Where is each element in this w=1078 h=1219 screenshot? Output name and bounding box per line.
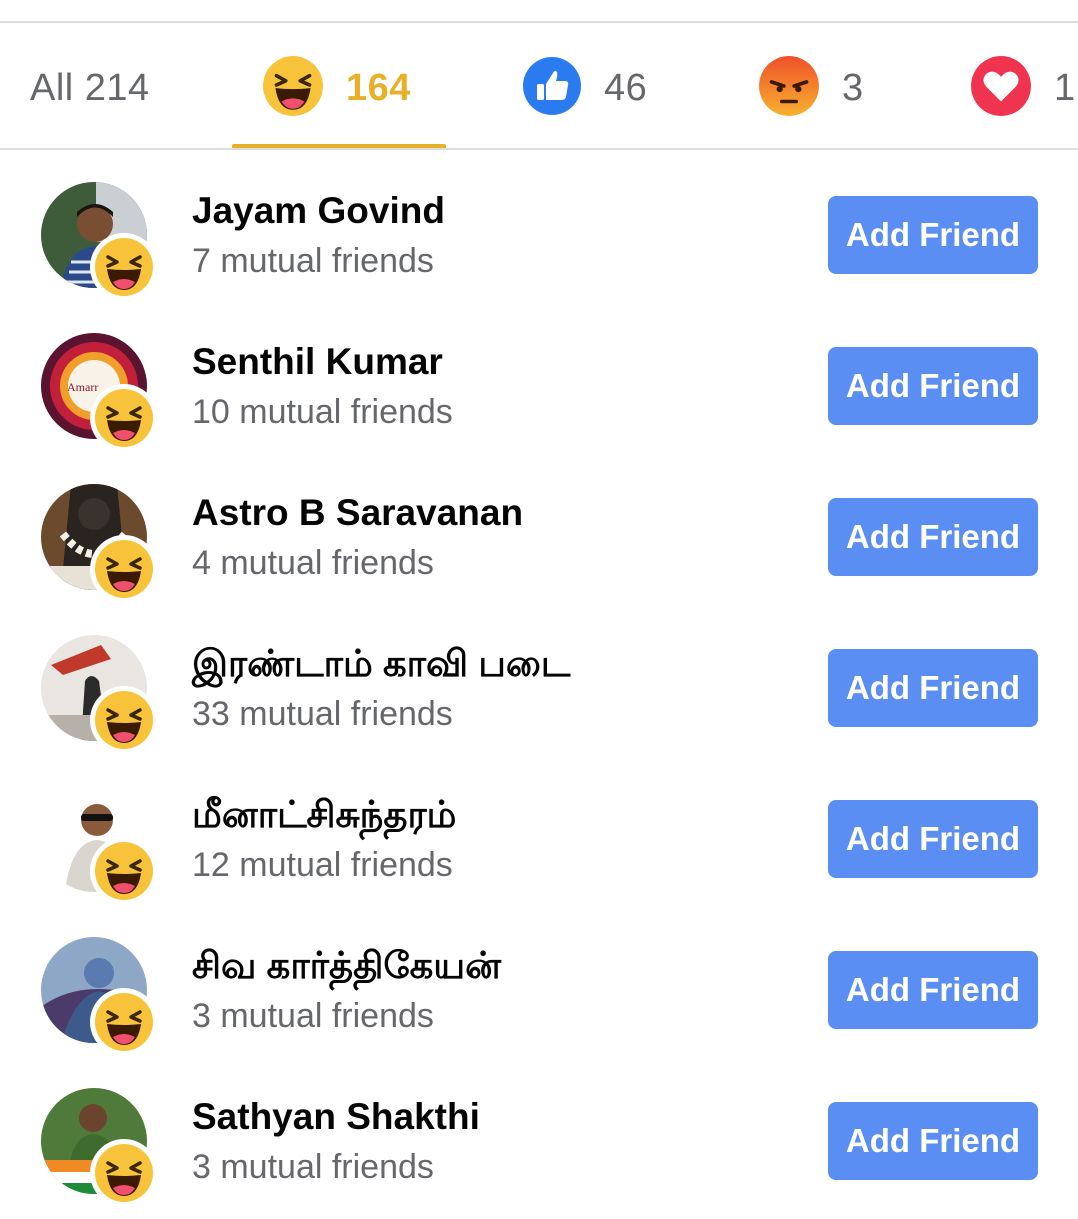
avatar[interactable] — [41, 484, 158, 603]
mutual-friends: 33 mutual friends — [192, 695, 453, 733]
angry-icon — [758, 55, 820, 122]
reaction-tab-bar: All 214 164 46 3 1 — [0, 23, 1078, 149]
add-friend-button[interactable]: Add Friend — [828, 800, 1038, 878]
tab-all-label: All 214 — [30, 66, 150, 109]
mutual-friends: 10 mutual friends — [192, 393, 453, 431]
haha-reaction-badge — [90, 535, 158, 603]
list-item[interactable]: இரண்டாம் காவி படை 33 mutual friends Add … — [0, 615, 1078, 766]
haha-reaction-badge — [90, 233, 158, 301]
haha-icon — [95, 238, 153, 296]
add-friend-button[interactable]: Add Friend — [828, 649, 1038, 727]
haha-icon — [95, 842, 153, 900]
haha-icon — [95, 1144, 153, 1202]
list-item[interactable]: மீனாட்சிசுந்தரம் 12 mutual friends Add F… — [0, 766, 1078, 917]
person-name[interactable]: Astro B Saravanan — [192, 492, 523, 534]
add-friend-button[interactable]: Add Friend — [828, 1102, 1038, 1180]
haha-reaction-badge — [90, 1139, 158, 1207]
tab-haha[interactable]: 164 — [262, 55, 411, 116]
list-item[interactable]: Astro B Saravanan 4 mutual friends Add F… — [0, 464, 1078, 615]
mutual-friends: 7 mutual friends — [192, 242, 434, 280]
person-name[interactable]: மீனாட்சிசுந்தரம் — [192, 794, 456, 841]
haha-reaction-badge — [90, 686, 158, 754]
list-item[interactable]: Jayam Govind 7 mutual friends Add Friend — [0, 162, 1078, 313]
tab-love[interactable]: 1 — [970, 55, 1076, 116]
list-item[interactable]: சிவ கார்த்திகேயன் 3 mutual friends Add F… — [0, 917, 1078, 1068]
list-item[interactable]: Sathyan Shakthi 3 mutual friends Add Fri… — [0, 1068, 1078, 1219]
add-friend-button[interactable]: Add Friend — [828, 951, 1038, 1029]
haha-icon — [95, 540, 153, 598]
avatar[interactable]: Amarr — [41, 333, 158, 452]
avatar[interactable] — [41, 1088, 158, 1207]
love-icon — [970, 55, 1032, 122]
like-icon — [522, 56, 582, 121]
mutual-friends: 3 mutual friends — [192, 997, 434, 1035]
person-name[interactable]: Senthil Kumar — [192, 341, 443, 383]
tab-bar-divider — [0, 148, 1078, 150]
person-name[interactable]: Jayam Govind — [192, 190, 445, 232]
avatar[interactable] — [41, 635, 158, 754]
mutual-friends: 4 mutual friends — [192, 544, 434, 582]
haha-reaction-badge — [90, 384, 158, 452]
tab-like-count: 46 — [604, 66, 648, 109]
tab-love-count: 1 — [1054, 66, 1076, 109]
haha-reaction-badge — [90, 837, 158, 905]
haha-icon — [95, 993, 153, 1051]
add-friend-button[interactable]: Add Friend — [828, 498, 1038, 576]
tab-angry-count: 3 — [842, 66, 864, 109]
haha-reaction-badge — [90, 988, 158, 1056]
mutual-friends: 3 mutual friends — [192, 1148, 434, 1186]
person-name[interactable]: சிவ கார்த்திகேயன் — [192, 945, 501, 992]
tab-haha-count: 164 — [346, 66, 411, 109]
person-name[interactable]: Sathyan Shakthi — [192, 1096, 480, 1138]
haha-icon — [262, 55, 324, 122]
tab-like[interactable]: 46 — [522, 56, 648, 115]
avatar[interactable] — [41, 182, 158, 301]
tab-angry[interactable]: 3 — [758, 55, 864, 116]
haha-icon — [95, 389, 153, 447]
tab-all[interactable]: All 214 — [30, 63, 150, 113]
list-item[interactable]: Amarr Senthil Kumar 10 mutual friends Ad… — [0, 313, 1078, 464]
mutual-friends: 12 mutual friends — [192, 846, 453, 884]
haha-icon — [95, 691, 153, 749]
avatar[interactable] — [41, 786, 158, 905]
add-friend-button[interactable]: Add Friend — [828, 196, 1038, 274]
avatar[interactable] — [41, 937, 158, 1056]
person-name[interactable]: இரண்டாம் காவி படை — [192, 643, 570, 690]
add-friend-button[interactable]: Add Friend — [828, 347, 1038, 425]
